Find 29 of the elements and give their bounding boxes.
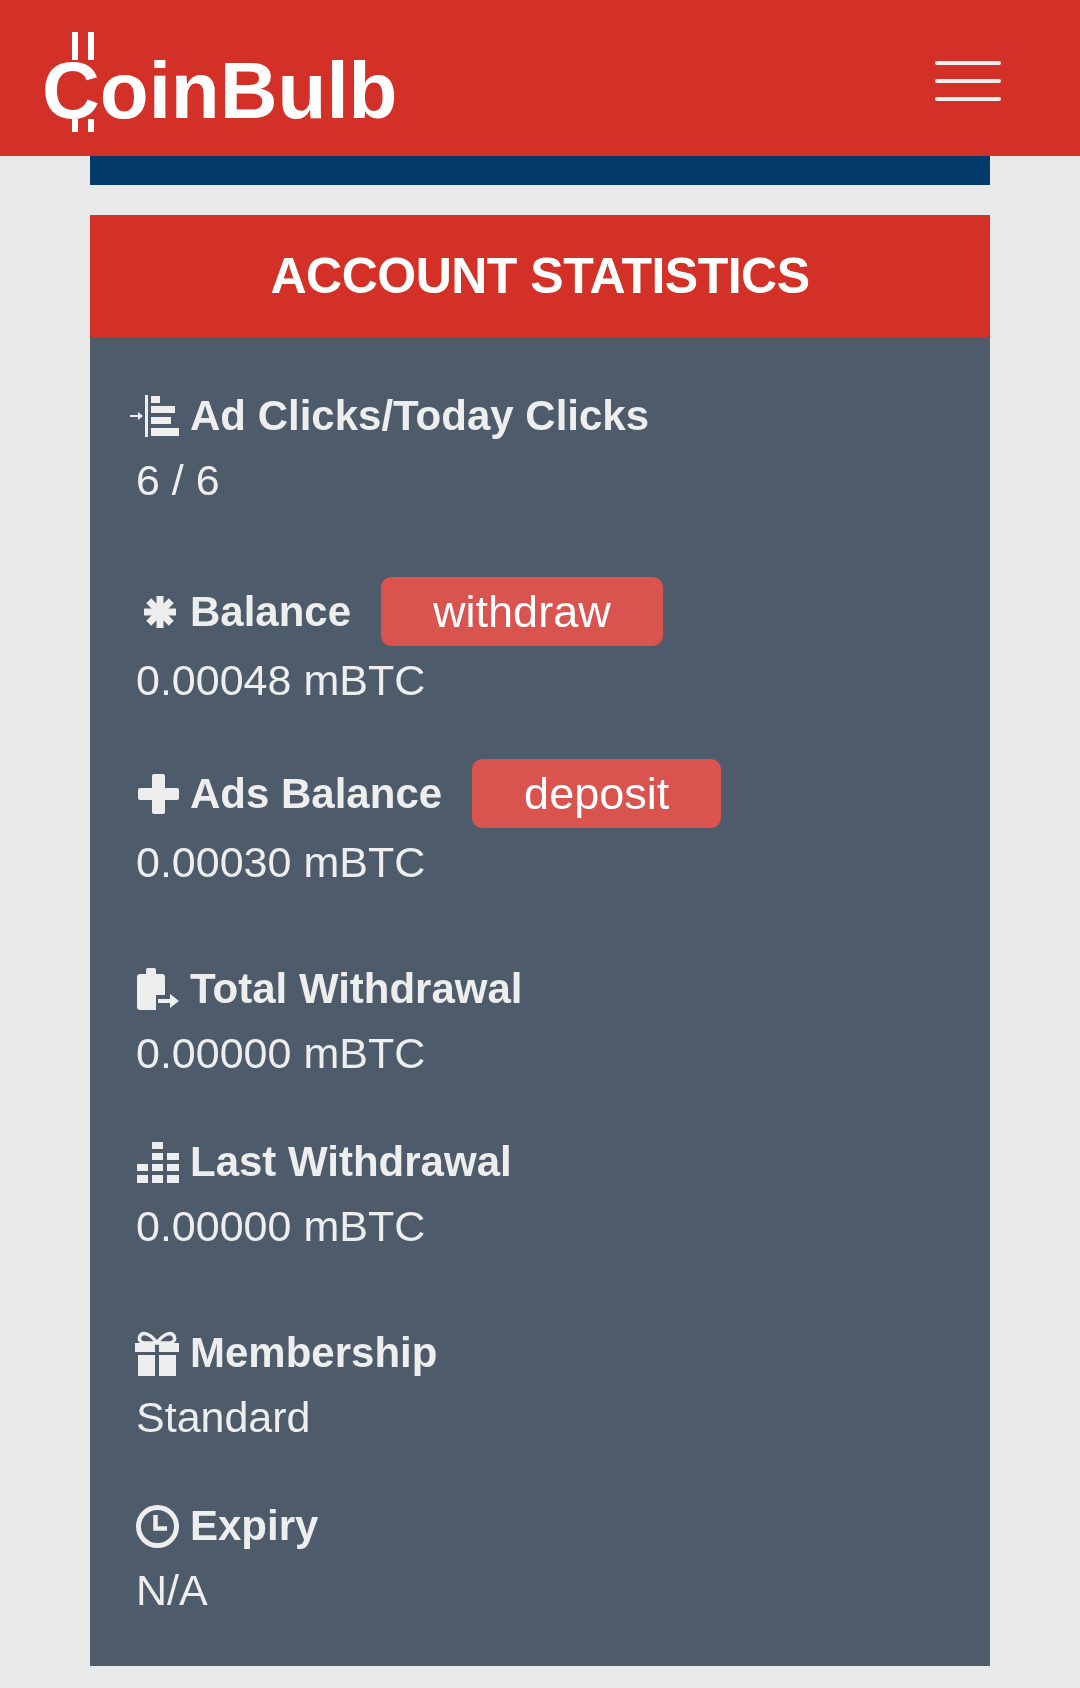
stat-label: Ad Clicks/Today Clicks — [190, 391, 650, 441]
stat-label: Total Withdrawal — [190, 964, 523, 1014]
stat-value: 0.00048 mBTC — [136, 655, 426, 706]
stat-value: 0.00000 mBTC — [136, 1028, 426, 1079]
stacked-blocks-icon — [137, 1141, 179, 1183]
arrow-bars-icon — [130, 395, 179, 437]
clock-icon — [136, 1504, 179, 1548]
stat-value: Standard — [136, 1392, 311, 1443]
action-button[interactable]: withdraw — [381, 577, 663, 646]
stat-label: Membership — [190, 1328, 438, 1378]
action-button[interactable]: deposit — [472, 759, 722, 828]
stat-label: Balance — [190, 586, 352, 637]
clipboard-arrow-icon — [137, 968, 179, 1010]
stat-value: 0.00030 mBTC — [136, 837, 426, 888]
plus-icon — [138, 773, 179, 814]
stat-label: Ads Balance — [190, 768, 443, 819]
gift-icon — [135, 1330, 179, 1376]
menu-icon — [935, 61, 1001, 101]
panel-title: ACCOUNT STATISTICS — [270, 247, 810, 306]
stat-label: Expiry — [190, 1501, 319, 1551]
stat-label: Last Withdrawal — [190, 1137, 512, 1187]
coin-bars-icon — [72, 32, 94, 60]
menu-button[interactable] — [935, 61, 1001, 101]
stat-value: 0.00000 mBTC — [136, 1201, 426, 1252]
logo[interactable]: CoinBulb — [42, 32, 398, 133]
coin-bars-icon — [72, 119, 94, 132]
asterisk-icon — [141, 594, 179, 629]
stat-value: N/A — [136, 1565, 208, 1616]
stat-value: 6 / 6 — [136, 455, 220, 506]
